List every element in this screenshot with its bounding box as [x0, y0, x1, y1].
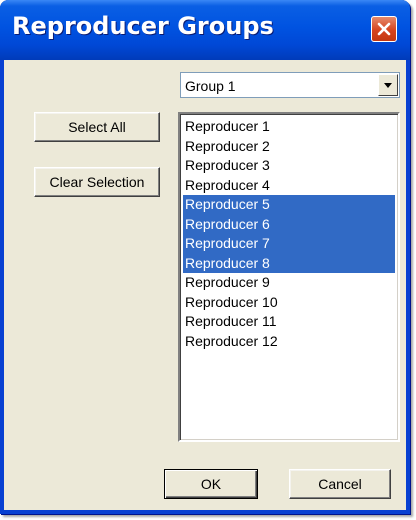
group-select-value: Group 1 — [185, 78, 236, 94]
list-item-reproducer-5[interactable]: Reproducer 5 — [183, 195, 395, 215]
group-select[interactable]: Group 1 — [180, 72, 400, 98]
list-item-reproducer-1[interactable]: Reproducer 1 — [183, 117, 395, 137]
cancel-button[interactable]: Cancel — [289, 469, 391, 499]
ok-button[interactable]: OK — [164, 469, 258, 499]
chevron-down-icon — [384, 83, 392, 88]
group-select-dropdown-button[interactable] — [378, 74, 398, 96]
list-item-reproducer-2[interactable]: Reproducer 2 — [183, 137, 395, 157]
list-item-reproducer-6[interactable]: Reproducer 6 — [183, 214, 395, 234]
list-item-reproducer-11[interactable]: Reproducer 11 — [183, 312, 395, 332]
close-icon — [377, 22, 391, 36]
list-item-reproducer-3[interactable]: Reproducer 3 — [183, 156, 395, 176]
list-item-reproducer-12[interactable]: Reproducer 12 — [183, 332, 395, 352]
window-frame-bottom — [0, 510, 410, 514]
clear-selection-button[interactable]: Clear Selection — [34, 167, 160, 197]
list-item-reproducer-10[interactable]: Reproducer 10 — [183, 293, 395, 313]
list-item-reproducer-7[interactable]: Reproducer 7 — [183, 234, 395, 254]
dialog-window: Reproducer Groups Group 1 Select All Cle… — [0, 0, 410, 514]
dialog-body: Group 1 Select All Clear Selection Repro… — [4, 60, 406, 510]
title-bar[interactable]: Reproducer Groups — [0, 0, 410, 60]
window-frame-right — [406, 60, 410, 514]
list-item-reproducer-9[interactable]: Reproducer 9 — [183, 273, 395, 293]
reproducer-list-items: Reproducer 1 Reproducer 2 Reproducer 3 Repr… — [183, 117, 395, 351]
window-title: Reproducer Groups — [12, 12, 274, 40]
close-button[interactable] — [371, 16, 397, 42]
select-all-button[interactable]: Select All — [34, 112, 160, 142]
list-item-reproducer-4[interactable]: Reproducer 4 — [183, 176, 395, 196]
reproducer-list[interactable]: Reproducer 1 Reproducer 2 Reproducer 3 Repr… — [178, 112, 400, 442]
list-item-reproducer-8[interactable]: Reproducer 8 — [183, 253, 395, 273]
